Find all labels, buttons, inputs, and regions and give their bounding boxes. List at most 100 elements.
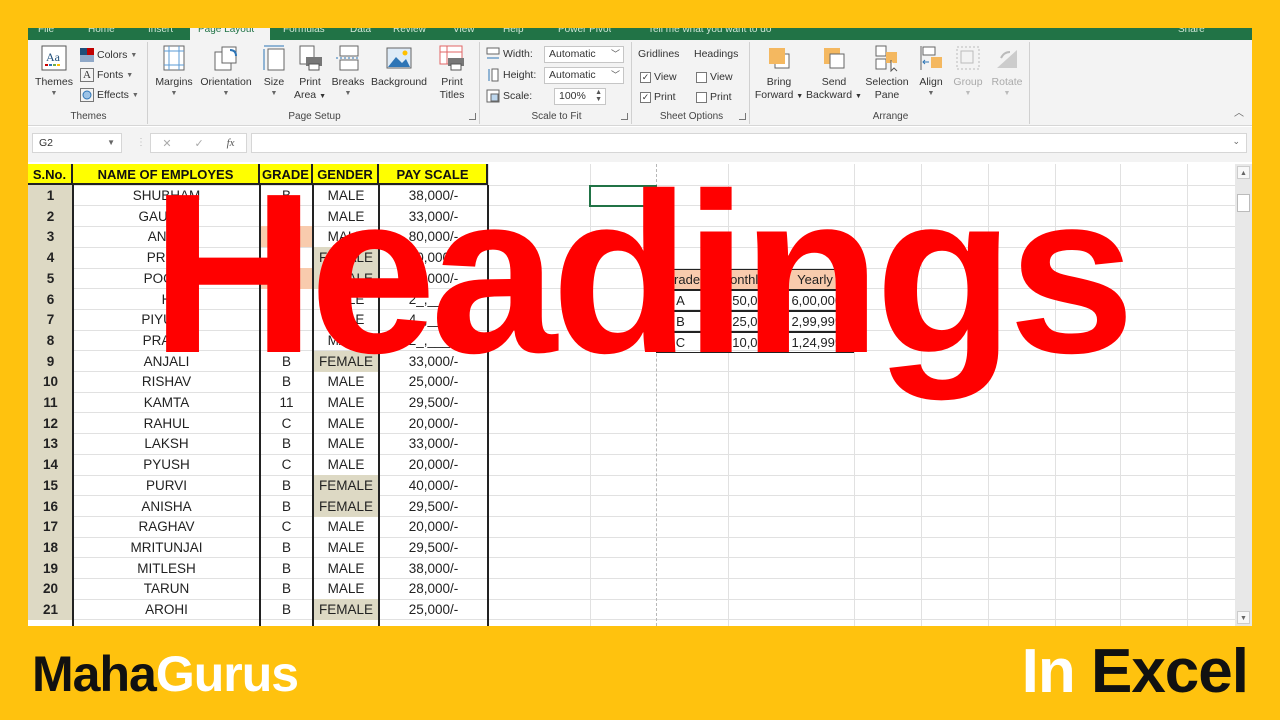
cell-gender[interactable]: MALE (314, 392, 378, 413)
formula-input[interactable]: ⌄ (251, 133, 1247, 153)
insert-function-icon[interactable]: fx (227, 137, 235, 149)
cell-pay[interactable]: 25,000/- (380, 599, 487, 620)
grade-table-cell-monthly[interactable]: 50,000 (708, 290, 776, 311)
cell-gender[interactable]: MALE (314, 558, 378, 579)
cell-pay[interactable]: 29,500/- (380, 392, 487, 413)
cell-name[interactable]: POOJA (74, 268, 259, 289)
cell-gender[interactable]: MALE (314, 516, 378, 537)
cell-pay[interactable]: 29,500/- (380, 537, 487, 558)
cell-grade[interactable] (261, 330, 312, 351)
cell-pay[interactable]: 30,000/- (380, 247, 487, 268)
cell-gender[interactable]: MALE (314, 413, 378, 434)
grade-table-cell-monthly[interactable]: 25,000 (708, 311, 776, 332)
cell-grade[interactable]: B (261, 185, 312, 206)
cell-sno[interactable]: 18 (28, 536, 73, 558)
cell-sno[interactable]: 4 (28, 247, 73, 269)
cell-gender[interactable]: MALE (314, 433, 378, 454)
header-grade[interactable]: GRADE (260, 164, 313, 185)
tab-help[interactable]: Help (503, 28, 524, 40)
cell-pay[interactable]: 20,000/- (380, 413, 487, 434)
grade-table-header[interactable]: Grade (656, 269, 708, 290)
cell-gender[interactable]: MALE (314, 206, 378, 227)
cell-grade[interactable]: A (261, 226, 312, 248)
scroll-down-icon[interactable]: ▼ (1237, 611, 1250, 624)
name-box[interactable]: G2 ▼ (32, 133, 122, 153)
cell-grade[interactable]: B (261, 371, 312, 392)
cell-sno[interactable]: 12 (28, 412, 73, 434)
cell-grade[interactable]: B (261, 599, 312, 620)
send-backward-button[interactable]: Send Backward ▼ (806, 44, 862, 103)
cell-sno[interactable]: 9 (28, 350, 73, 372)
cell-sno[interactable]: 11 (28, 392, 73, 413)
cell-gender[interactable]: MALE (314, 185, 378, 206)
cell-name[interactable]: PYUSH (74, 454, 259, 475)
cell-grade[interactable]: B (261, 433, 312, 454)
scale-spinner[interactable]: 100% ▲ ▼ (554, 88, 606, 105)
align-button[interactable]: Align ▼ (914, 44, 948, 98)
grade-table-cell-grade[interactable]: B (656, 311, 708, 332)
cell-gender[interactable]: FEMALE (314, 267, 378, 289)
cell-sno[interactable]: 20 (28, 578, 73, 600)
worksheet-grid[interactable]: S.No. NAME OF EMPLOYES GRADE GENDER PAY … (28, 164, 1235, 626)
tab-home[interactable]: Home (88, 28, 115, 40)
cell-name[interactable]: ANJALI (74, 351, 259, 372)
fonts-button[interactable]: A Fonts ▼ (80, 66, 133, 84)
cell-grade[interactable]: A (261, 267, 312, 289)
cell-grade[interactable]: B (261, 537, 312, 558)
cell-grade[interactable]: B (261, 475, 312, 496)
cell-grade[interactable]: C (261, 413, 312, 434)
cell-name[interactable]: PRATIK (74, 330, 259, 351)
page-setup-launcher-icon[interactable] (469, 113, 476, 120)
tab-page-layout[interactable]: Page Layout (190, 28, 270, 40)
cell-sno[interactable]: 2 (28, 205, 73, 227)
header-gender[interactable]: GENDER (313, 164, 379, 185)
cell-gender[interactable]: MALE (314, 309, 378, 330)
cell-sno[interactable]: 21 (28, 599, 73, 620)
cell-gender[interactable]: MALE (314, 454, 378, 475)
cell-grade[interactable] (261, 289, 312, 310)
cell-grade[interactable]: B (261, 558, 312, 579)
tab-insert[interactable]: Insert (148, 28, 173, 40)
tab-power-pivot[interactable]: Power Pivot (558, 28, 611, 40)
rotate-button[interactable]: Rotate ▼ (988, 44, 1026, 98)
cancel-icon[interactable]: ✕ (162, 137, 171, 150)
cell-pay[interactable]: 2_,__0/- (380, 289, 487, 310)
cell-grade[interactable]: B (261, 578, 312, 599)
cell-name[interactable]: MITLESH (74, 558, 259, 579)
vertical-scrollbar[interactable]: ▲ ▼ (1235, 164, 1252, 626)
margins-button[interactable]: Margins ▼ (154, 44, 194, 98)
effects-button[interactable]: Effects ▼ (80, 86, 139, 104)
cell-pay[interactable]: 38,000/- (380, 185, 487, 206)
cell-name[interactable]: AROHI (74, 599, 259, 620)
themes-button[interactable]: Aa Themes ▼ (34, 44, 74, 98)
grade-table-cell-yearly[interactable]: 6,00,000/- (776, 290, 854, 311)
cell-grade[interactable]: B (261, 351, 312, 372)
cell-sno[interactable]: 14 (28, 454, 73, 476)
cell-pay[interactable]: 33,000/- (380, 351, 487, 372)
cell-pay[interactable]: 25,000/- (380, 371, 487, 392)
cell-name[interactable]: PURVI (74, 475, 259, 496)
cell-sno[interactable]: 19 (28, 557, 73, 579)
grade-table-header[interactable]: Monthly (708, 269, 776, 290)
cell-sno[interactable]: 5 (28, 267, 73, 289)
group-button[interactable]: Group ▼ (950, 44, 986, 98)
collapse-ribbon-icon[interactable]: ︿ (1234, 104, 1244, 119)
cell-grade[interactable]: 11 (261, 392, 312, 413)
colors-button[interactable]: Colors ▼ (80, 46, 137, 64)
cell-name[interactable]: PIYUSH (74, 309, 259, 330)
cell-pay[interactable]: 38,000/- (380, 558, 487, 579)
share-button[interactable]: Share (1178, 28, 1205, 40)
cell-pay[interactable]: 50,000/- (380, 268, 487, 289)
cell-sno[interactable]: 6 (28, 288, 73, 310)
cell-pay[interactable]: 33,000/- (380, 433, 487, 454)
scale-to-fit-launcher-icon[interactable] (621, 113, 628, 120)
grade-table-cell-yearly[interactable]: 2,99,999/- (776, 311, 854, 332)
cell-pay[interactable]: 29,500/- (380, 496, 487, 517)
cell-sno[interactable]: 17 (28, 516, 73, 538)
grade-table-cell-monthly[interactable]: 10,000 (708, 332, 776, 353)
tell-me-search[interactable]: Tell me what you want to do (648, 28, 771, 40)
enter-icon[interactable]: ✓ (195, 137, 204, 150)
cell-pay[interactable]: 33,000/- (380, 206, 487, 227)
headings-view-checkbox[interactable]: View (696, 68, 733, 86)
height-dropdown[interactable]: Automatic ﹀ (544, 67, 624, 84)
